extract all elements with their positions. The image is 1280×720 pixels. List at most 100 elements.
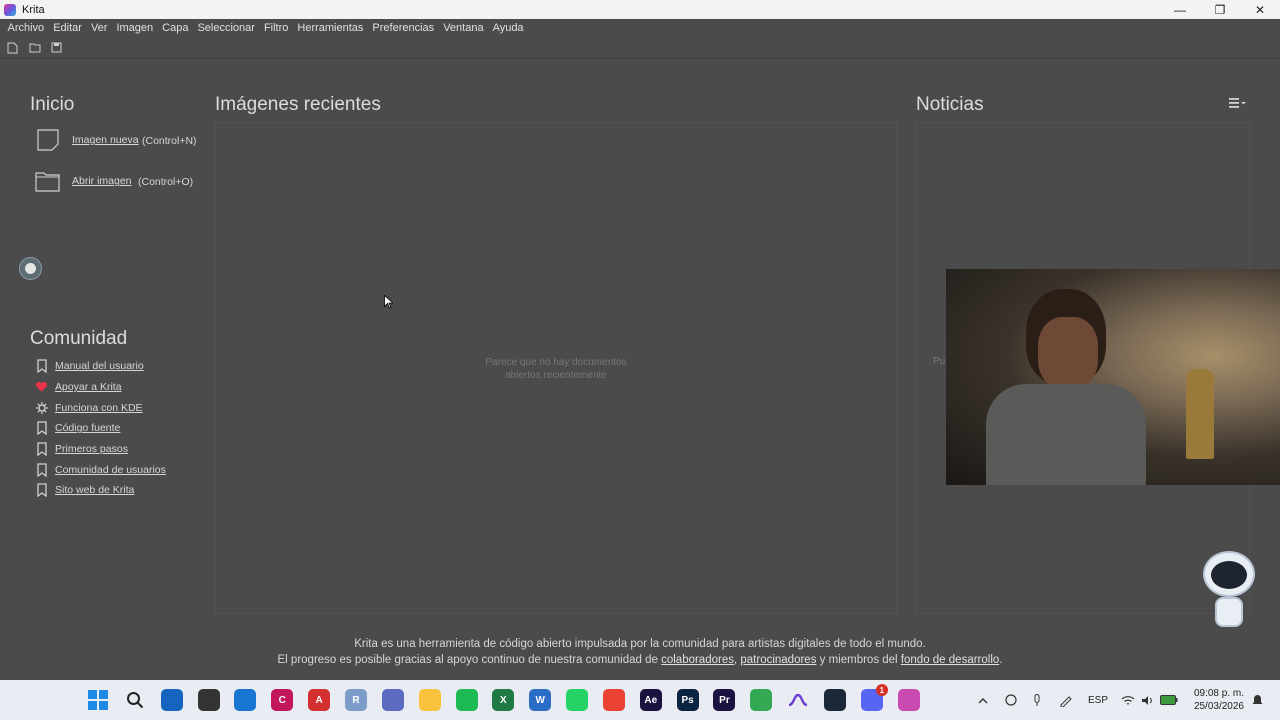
premiere-icon[interactable]: Pr (713, 689, 736, 711)
community-link-kde[interactable]: Funciona con KDE (55, 402, 143, 414)
community-item-users[interactable]: Comunidad de usuarios (35, 459, 166, 480)
save-icon[interactable] (50, 41, 63, 54)
taskbar-clock[interactable]: 09:08 p. m. 25/03/2026 (1188, 687, 1244, 713)
microphone-icon[interactable] (1033, 680, 1041, 720)
excel-label: X (500, 694, 507, 706)
discord-icon[interactable]: 1 (860, 684, 888, 711)
r-icon[interactable]: R (344, 689, 367, 711)
discord-badge: 1 (875, 684, 888, 696)
footer-line2: El progreso es posible gracias al apoyo … (0, 652, 1280, 668)
open-folder-icon[interactable] (28, 41, 41, 54)
window-title: Krita (22, 3, 45, 16)
battery-icon[interactable] (1160, 680, 1178, 720)
kde-icon (35, 401, 48, 415)
menu-preferencias[interactable]: Preferencias (368, 22, 439, 34)
notification-icon[interactable] (1252, 680, 1263, 720)
news-heading: Noticias (916, 94, 984, 115)
menu-ver[interactable]: Ver (86, 22, 112, 34)
start-icon[interactable] (87, 689, 109, 711)
menu-ventana[interactable]: Ventana (439, 22, 488, 34)
autocad-red-label: A (315, 694, 323, 706)
volume-icon[interactable] (1141, 680, 1153, 720)
footer-link-collaborators[interactable]: colaboradores (661, 654, 734, 666)
menu-capa[interactable]: Capa (158, 22, 193, 34)
tray-cloud-icon[interactable] (1004, 680, 1018, 720)
webcam-person (986, 289, 1146, 485)
community-item-support[interactable]: Apoyar a Krita (35, 377, 166, 398)
store-icon[interactable] (160, 689, 183, 711)
photoshop-label: Ps (681, 694, 694, 706)
krita-icon[interactable] (897, 689, 920, 711)
recent-empty-message: Parece que no hay documentos abiertos re… (216, 356, 896, 382)
community-item-website[interactable]: Sito web de Krita (35, 480, 166, 501)
unity-icon[interactable] (197, 689, 220, 711)
footer-link-dev-fund[interactable]: fondo de desarrollo (901, 654, 999, 666)
excel-icon[interactable]: X (492, 689, 515, 711)
community-item-manual[interactable]: Manual del usuario (35, 356, 166, 377)
curve-app-icon[interactable] (787, 689, 810, 711)
menu-filtro[interactable]: Filtro (259, 22, 292, 34)
clock-time: 09:08 p. m. (1193, 688, 1244, 699)
files-icon[interactable] (418, 689, 441, 711)
community-item-getting-started[interactable]: Primeros pasos (35, 439, 166, 460)
recent-empty-line2: abiertos recientemente (505, 370, 607, 381)
new-image-row[interactable]: Imagen nueva (37, 129, 139, 151)
news-menu-icon[interactable] (1228, 97, 1248, 109)
recent-empty-line1: Parece que no hay documentos (485, 357, 627, 368)
bookmark-icon (35, 483, 48, 498)
civil3d-label: C (278, 694, 286, 706)
new-image-shortcut: (Control+N) (142, 135, 197, 147)
footer-line2-text-b: y miembros del (816, 654, 901, 666)
whatsapp-icon[interactable] (566, 689, 589, 711)
tray-expand-icon[interactable] (978, 680, 988, 720)
menu-bar: Archivo Editar Ver Imagen Capa Seleccion… (0, 19, 1280, 37)
open-image-shortcut: (Control+O) (138, 176, 194, 188)
community-link-support[interactable]: Apoyar a Krita (55, 381, 122, 393)
pen-icon[interactable] (1059, 680, 1072, 720)
footer-line2-end: . (999, 654, 1003, 666)
r-label: R (352, 694, 360, 706)
menu-seleccionar[interactable]: Seleccionar (193, 22, 259, 34)
wifi-icon[interactable] (1121, 680, 1135, 720)
open-image-row[interactable]: Abrir imagen (35, 170, 132, 192)
menu-herramientas[interactable]: Herramientas (293, 22, 368, 34)
community-item-kde[interactable]: Funciona con KDE (35, 397, 166, 418)
close-button[interactable]: ✕ (1240, 0, 1280, 19)
after-effects-icon[interactable]: Ae (639, 689, 662, 711)
chrome-icon[interactable] (602, 689, 625, 711)
community-link-users[interactable]: Comunidad de usuarios (55, 464, 166, 476)
footer-link-sponsors[interactable]: patrocinadores (740, 654, 816, 666)
autocad-red-icon[interactable]: A (308, 689, 331, 711)
spotify-icon[interactable] (455, 689, 478, 711)
menu-editar[interactable]: Editar (49, 22, 87, 34)
language-indicator[interactable]: ESP (1088, 680, 1108, 720)
search-icon[interactable] (123, 689, 146, 711)
new-file-icon[interactable] (6, 41, 19, 54)
community-link-website[interactable]: Sito web de Krita (55, 484, 134, 496)
community-link-getting-started[interactable]: Primeros pasos (55, 443, 128, 455)
autocad-icon[interactable] (234, 689, 257, 711)
community-link-source[interactable]: Código fuente (55, 422, 120, 434)
civil3d-icon[interactable]: C (271, 689, 294, 711)
after-effects-label: Ae (644, 694, 658, 706)
window-titlebar: Krita — ❐ ✕ (0, 0, 1280, 19)
menu-imagen[interactable]: Imagen (112, 22, 158, 34)
new-image-icon (37, 129, 59, 151)
steam-icon[interactable] (824, 689, 846, 711)
bookmark-icon (35, 442, 48, 457)
maximize-button[interactable]: ❐ (1200, 0, 1240, 19)
new-image-link[interactable]: Imagen nueva (72, 134, 139, 146)
community-link-manual[interactable]: Manual del usuario (55, 360, 144, 372)
photoshop-icon[interactable]: Ps (676, 689, 699, 711)
open-image-link[interactable]: Abrir imagen (72, 175, 132, 187)
minimize-button[interactable]: — (1160, 0, 1200, 19)
main-toolbar (0, 37, 1280, 59)
word-icon[interactable]: W (529, 689, 552, 711)
news-partial-text: Pu (933, 356, 946, 367)
menu-ayuda[interactable]: Ayuda (488, 22, 528, 34)
chrome-alt-icon[interactable] (750, 689, 773, 711)
teams-icon[interactable] (381, 689, 404, 711)
menu-archivo[interactable]: Archivo (3, 22, 49, 34)
community-item-source[interactable]: Código fuente (35, 418, 166, 439)
kde-logo (19, 257, 42, 280)
